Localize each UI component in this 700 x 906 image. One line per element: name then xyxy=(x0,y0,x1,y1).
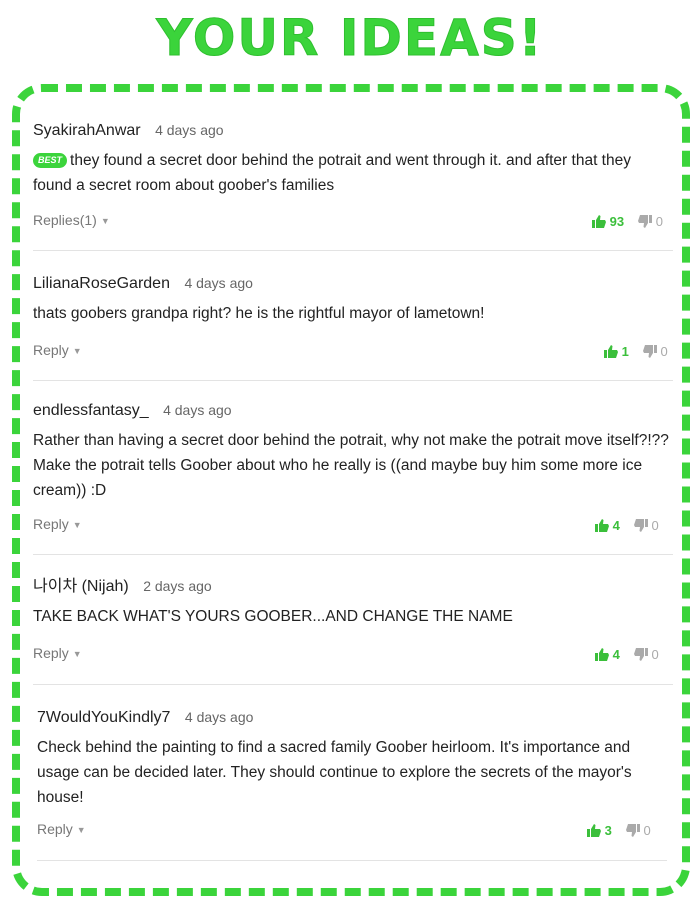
downvote-count: 0 xyxy=(643,823,651,838)
upvote-count: 3 xyxy=(604,823,612,838)
comment-date: 4 days ago xyxy=(163,402,232,418)
comment-item: 7WouldYouKindly7 4 days ago Check behind… xyxy=(37,707,667,810)
downvote-count: 0 xyxy=(651,647,659,662)
thumbs-down-icon xyxy=(633,648,648,661)
chevron-down-icon: ▼ xyxy=(100,216,110,226)
divider xyxy=(37,860,667,861)
comment-text: Rather than having a secret door behind … xyxy=(33,432,669,499)
downvote-button[interactable]: 0 xyxy=(642,344,668,359)
comment-item: 나이차 (Nijah) 2 days ago TAKE BACK WHAT'S … xyxy=(33,576,673,629)
downvote-button[interactable]: 0 xyxy=(625,823,651,838)
thumbs-down-icon xyxy=(638,215,653,228)
reply-button[interactable]: Reply ▼ xyxy=(37,821,86,837)
reply-button[interactable]: Reply ▼ xyxy=(33,645,82,661)
comment-text: Check behind the painting to find a sacr… xyxy=(37,739,632,806)
upvote-button[interactable]: 93 xyxy=(592,214,624,229)
divider xyxy=(33,380,673,381)
thumbs-down-icon xyxy=(642,345,657,358)
vote-bar: 3 0 xyxy=(587,823,651,838)
upvote-button[interactable]: 4 xyxy=(595,518,620,533)
comment-username[interactable]: endlessfantasy_ xyxy=(33,402,149,419)
thumbs-up-icon xyxy=(595,648,609,661)
reply-label: Replies(1) xyxy=(33,212,97,228)
comment-username[interactable]: LilianaRoseGarden xyxy=(33,275,170,292)
comment-username[interactable]: SyakirahAnwar xyxy=(33,122,141,139)
comment-item: LilianaRoseGarden 4 days ago thats goobe… xyxy=(33,273,673,326)
chevron-down-icon: ▼ xyxy=(72,520,82,530)
upvote-button[interactable]: 1 xyxy=(604,344,629,359)
chevron-down-icon: ▼ xyxy=(76,825,86,835)
reply-label: Reply xyxy=(33,516,69,532)
comment-date: 4 days ago xyxy=(184,709,254,725)
vote-bar: 4 0 xyxy=(595,518,659,533)
reply-label: Reply xyxy=(37,821,73,837)
upvote-count: 4 xyxy=(612,518,620,533)
replies-button[interactable]: Replies(1) ▼ xyxy=(33,212,110,228)
upvote-count: 4 xyxy=(612,647,620,662)
comment-username[interactable]: 나이차 (Nijah) xyxy=(33,578,129,595)
reply-button[interactable]: Reply ▼ xyxy=(33,516,82,532)
thumbs-up-icon xyxy=(604,345,618,358)
comment-item: SyakirahAnwar 4 days ago BEST they found … xyxy=(33,120,673,198)
divider xyxy=(33,250,673,251)
vote-bar: 93 0 xyxy=(592,214,663,229)
upvote-count: 93 xyxy=(609,214,625,229)
thumbs-down-icon xyxy=(633,519,648,532)
chevron-down-icon: ▼ xyxy=(72,649,82,659)
comment-username[interactable]: 7WouldYouKindly7 xyxy=(37,709,170,726)
thumbs-up-icon xyxy=(592,215,606,228)
comment-item: endlessfantasy_ 4 days ago Rather than h… xyxy=(33,400,673,503)
reply-label: Reply xyxy=(33,342,69,358)
downvote-count: 0 xyxy=(660,344,668,359)
downvote-button[interactable]: 0 xyxy=(633,518,659,533)
comment-date: 4 days ago xyxy=(155,122,224,138)
vote-bar: 1 0 xyxy=(604,344,668,359)
comment-date: 4 days ago xyxy=(184,275,253,291)
thumbs-up-icon xyxy=(595,519,609,532)
comment-text: TAKE BACK WHAT'S YOURS GOOBER...AND CHAN… xyxy=(33,608,513,625)
downvote-count: 0 xyxy=(651,518,659,533)
comment-text: thats goobers grandpa right? he is the r… xyxy=(33,305,485,322)
comment-body: BEST they found a secret door behind the … xyxy=(33,148,673,198)
thumbs-down-icon xyxy=(625,824,640,837)
upvote-button[interactable]: 3 xyxy=(587,823,612,838)
reply-label: Reply xyxy=(33,645,69,661)
upvote-button[interactable]: 4 xyxy=(595,647,620,662)
divider xyxy=(33,684,673,685)
downvote-count: 0 xyxy=(655,214,663,229)
downvote-button[interactable]: 0 xyxy=(638,214,663,229)
upvote-count: 1 xyxy=(621,344,629,359)
thumbs-up-icon xyxy=(587,824,601,837)
vote-bar: 4 0 xyxy=(595,647,659,662)
divider xyxy=(33,554,673,555)
chevron-down-icon: ▼ xyxy=(72,346,82,356)
reply-button[interactable]: Reply ▼ xyxy=(33,342,82,358)
comment-text: they found a secret door behind the potr… xyxy=(33,152,631,194)
comment-date: 2 days ago xyxy=(143,578,212,594)
page-title: YOUR IDEAS! xyxy=(156,9,544,68)
best-badge: BEST xyxy=(33,153,68,168)
downvote-button[interactable]: 0 xyxy=(633,647,659,662)
